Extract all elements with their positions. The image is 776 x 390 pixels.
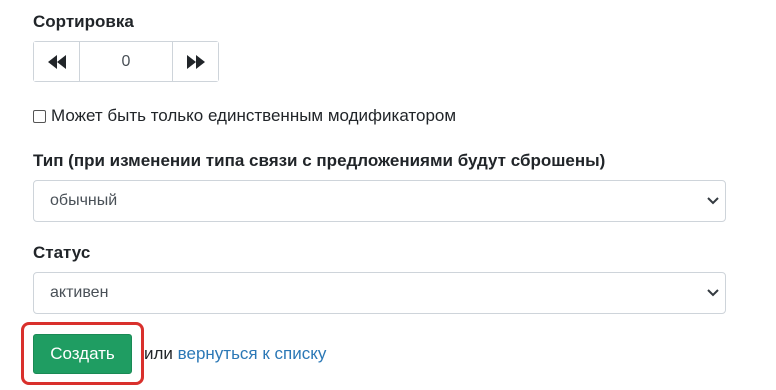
chevron-down-icon	[707, 287, 719, 299]
back-row: или вернуться к списку	[144, 344, 326, 364]
product-modifier-form: Сортировка Может быть только единственны…	[0, 0, 776, 390]
single-modifier-checkbox[interactable]	[33, 109, 46, 123]
single-modifier-row: Может быть только единственным модификат…	[33, 106, 456, 126]
type-select[interactable]: обычный	[33, 180, 726, 222]
fast-backward-icon	[47, 54, 66, 69]
status-select[interactable]: активен	[33, 272, 726, 314]
sort-label: Сортировка	[33, 12, 134, 31]
single-modifier-label[interactable]: Может быть только единственным модификат…	[51, 106, 456, 126]
type-label: Тип (при изменении типа связи с предложе…	[33, 151, 606, 170]
decrement-button[interactable]	[34, 42, 80, 81]
fast-forward-icon	[186, 54, 205, 69]
create-button[interactable]: Создать	[33, 334, 132, 374]
status-selected-value: активен	[50, 284, 109, 301]
sort-stepper	[33, 41, 219, 82]
or-text: или	[144, 344, 173, 363]
status-label: Статус	[33, 243, 91, 262]
type-selected-value: обычный	[50, 192, 118, 209]
sort-input[interactable]	[80, 42, 172, 81]
chevron-down-icon	[707, 195, 719, 207]
increment-button[interactable]	[172, 42, 218, 81]
back-to-list-link[interactable]: вернуться к списку	[178, 344, 327, 363]
